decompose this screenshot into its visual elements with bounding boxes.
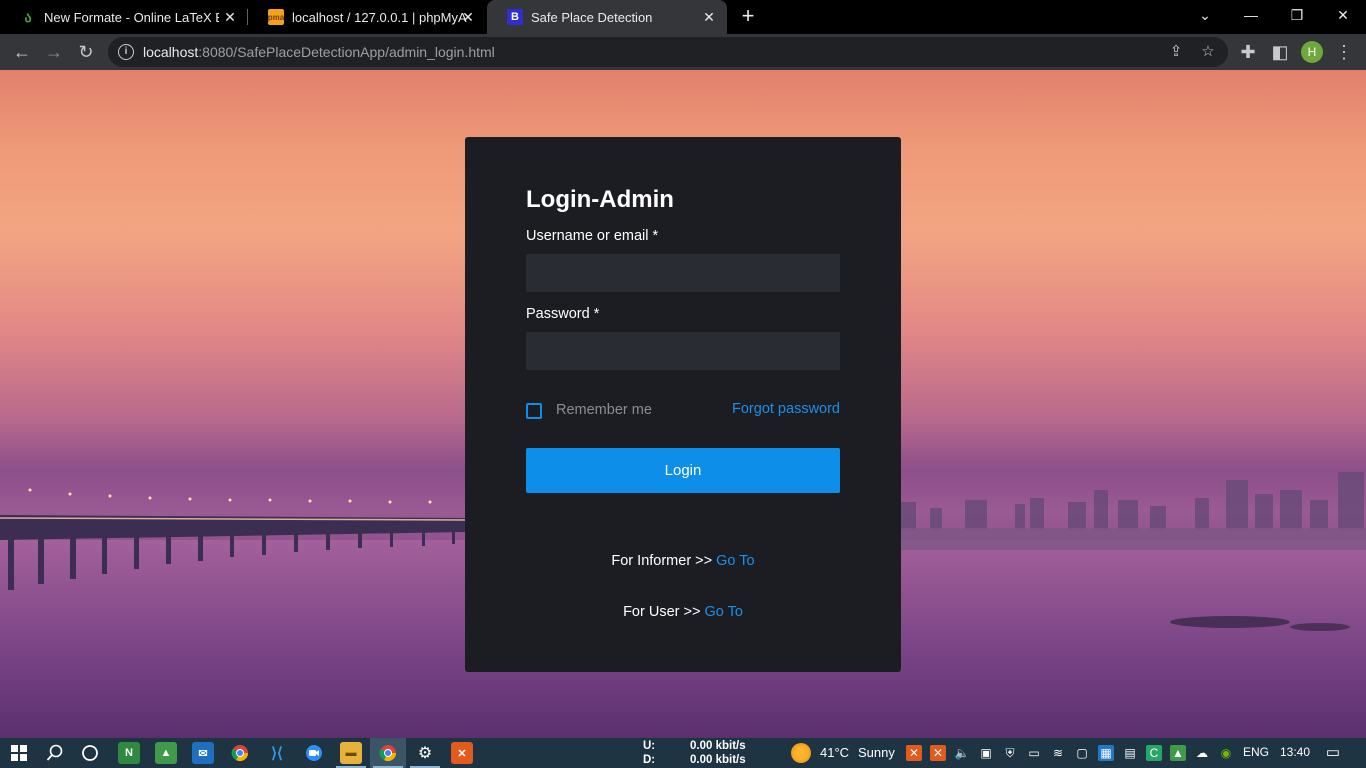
notepad-plus-icon[interactable]: N bbox=[118, 742, 140, 764]
password-label: Password * bbox=[526, 306, 600, 322]
close-icon[interactable]: ✕ bbox=[460, 9, 476, 25]
search-icon[interactable] bbox=[44, 742, 66, 764]
remember-me-checkbox[interactable] bbox=[526, 403, 542, 419]
browser-toolbar: ← → ↻ i localhost:8080/SafePlaceDetectio… bbox=[0, 34, 1366, 70]
login-button[interactable]: Login bbox=[526, 448, 840, 493]
address-host: localhost bbox=[143, 44, 199, 60]
password-input[interactable] bbox=[526, 332, 840, 370]
xampp-tray-icon-2[interactable]: ✕ bbox=[930, 745, 946, 761]
close-icon[interactable]: ✕ bbox=[222, 9, 238, 25]
username-label: Username or email * bbox=[526, 228, 659, 244]
tab-title: Safe Place Detection bbox=[531, 9, 653, 25]
forward-icon[interactable]: → bbox=[42, 40, 66, 64]
user-goto-link[interactable]: Go To bbox=[704, 604, 742, 620]
tab-safe-place-detection[interactable]: B Safe Place Detection ✕ bbox=[487, 0, 727, 34]
tray-blue-app-icon[interactable]: ▦ bbox=[1098, 745, 1114, 761]
settings-gear-icon[interactable]: ⚙ bbox=[410, 742, 440, 768]
net-down-label: D: bbox=[643, 754, 656, 766]
chrome-icon[interactable] bbox=[229, 742, 251, 764]
informer-goto-link[interactable]: Go To bbox=[716, 553, 754, 569]
net-up-label: U: bbox=[643, 740, 656, 752]
xampp-icon[interactable]: ✕ bbox=[451, 742, 473, 764]
user-text: For User >> bbox=[623, 604, 701, 620]
tray-green-app-icon[interactable]: C bbox=[1146, 745, 1162, 761]
login-card: Login-Admin Username or email * Password… bbox=[465, 137, 901, 672]
zoom-icon[interactable] bbox=[303, 742, 325, 764]
share-icon[interactable]: ⇪ bbox=[1166, 42, 1186, 62]
side-panel-icon[interactable]: ◧ bbox=[1268, 40, 1292, 64]
tab-search-icon[interactable]: ⌄ bbox=[1182, 0, 1228, 30]
photos-icon[interactable]: ▲ bbox=[155, 742, 177, 764]
informer-text: For Informer >> bbox=[611, 553, 713, 569]
meet-now-icon[interactable]: ▢ bbox=[1074, 745, 1090, 761]
extensions-icon[interactable]: ✚ bbox=[1236, 40, 1260, 64]
weather-sun-icon[interactable] bbox=[791, 743, 811, 763]
bookmark-star-icon[interactable]: ☆ bbox=[1198, 42, 1218, 62]
tab-title: New Formate - Online LaTeX Edit bbox=[44, 9, 219, 25]
minimize-icon[interactable]: — bbox=[1228, 0, 1274, 30]
phpmyadmin-icon: pma bbox=[268, 9, 284, 25]
informer-row: For Informer >> Go To bbox=[465, 553, 901, 569]
vscode-icon[interactable]: ⟩⟨ bbox=[266, 742, 288, 764]
net-up-speed: 0.00 kbit/s bbox=[690, 740, 746, 752]
close-icon[interactable]: ✕ bbox=[701, 9, 717, 25]
reload-icon[interactable]: ↻ bbox=[74, 40, 98, 64]
window-close-icon[interactable]: ✕ bbox=[1320, 0, 1366, 30]
remember-me-label[interactable]: Remember me bbox=[556, 402, 652, 418]
mail-icon[interactable]: ✉ bbox=[192, 742, 214, 764]
volume-icon[interactable]: 🔈 bbox=[954, 745, 970, 761]
tab-phpmyadmin[interactable]: pma localhost / 127.0.0.1 | phpMyAdm ✕ bbox=[248, 0, 486, 34]
xampp-tray-icon[interactable]: ✕ bbox=[906, 745, 922, 761]
tray-photos-icon[interactable]: ▲ bbox=[1170, 745, 1186, 761]
windows-start-icon[interactable] bbox=[8, 742, 30, 764]
notifications-icon[interactable]: ▭ bbox=[1325, 745, 1341, 761]
back-icon[interactable]: ← bbox=[10, 40, 34, 64]
security-shield-icon[interactable]: ⛨ bbox=[1002, 745, 1018, 761]
user-row: For User >> Go To bbox=[465, 604, 901, 620]
onedrive-icon[interactable]: ☁ bbox=[1194, 745, 1210, 761]
address-url[interactable]: localhost:8080/SafePlaceDetectionApp/adm… bbox=[143, 44, 495, 60]
file-explorer-icon[interactable]: ▬ bbox=[336, 742, 366, 768]
profile-avatar[interactable]: H bbox=[1301, 41, 1323, 63]
new-tab-icon[interactable]: + bbox=[737, 5, 759, 28]
forgot-password-link[interactable]: Forgot password bbox=[732, 401, 840, 417]
username-input[interactable] bbox=[526, 254, 840, 292]
bootstrap-icon: B bbox=[507, 9, 523, 25]
net-down-speed: 0.00 kbit/s bbox=[690, 754, 746, 766]
battery-icon[interactable]: ▭ bbox=[1026, 745, 1042, 761]
site-info-icon[interactable]: i bbox=[118, 44, 134, 60]
nvidia-icon[interactable]: ◉ bbox=[1218, 745, 1234, 761]
browser-tab-strip: ა New Formate - Online LaTeX Edit ✕ pma … bbox=[0, 0, 1366, 34]
keyboard-icon[interactable]: ▤ bbox=[1122, 745, 1138, 761]
page-background: Login-Admin Username or email * Password… bbox=[0, 70, 1366, 738]
task-view-icon[interactable] bbox=[79, 742, 101, 764]
tray-app-icon[interactable]: ▣ bbox=[978, 745, 994, 761]
clock-time[interactable]: 13:40 bbox=[1280, 745, 1310, 759]
tab-overleaf[interactable]: ა New Formate - Online LaTeX Edit ✕ bbox=[0, 0, 248, 34]
address-bar[interactable]: i localhost:8080/SafePlaceDetectionApp/a… bbox=[108, 37, 1228, 67]
overleaf-icon: ა bbox=[24, 8, 32, 25]
weather-temperature[interactable]: 41°C bbox=[820, 745, 849, 760]
windows-taskbar: N ▲ ✉ ⟩⟨ ▬ ⚙ ✕ U: D: 0.00 kbit/s 0.00 kb… bbox=[0, 738, 1366, 768]
menu-dots-icon[interactable]: ⋮ bbox=[1332, 40, 1356, 64]
chrome-active-icon[interactable] bbox=[373, 742, 403, 768]
tab-title: localhost / 127.0.0.1 | phpMyAdm bbox=[292, 9, 467, 25]
restore-icon[interactable]: ❐ bbox=[1274, 0, 1320, 30]
address-path: :8080/SafePlaceDetectionApp/admin_login.… bbox=[198, 44, 495, 60]
login-title: Login-Admin bbox=[526, 186, 674, 213]
weather-condition[interactable]: Sunny bbox=[858, 745, 895, 760]
wifi-icon[interactable]: ≋ bbox=[1050, 745, 1066, 761]
language-indicator[interactable]: ENG bbox=[1243, 745, 1269, 759]
